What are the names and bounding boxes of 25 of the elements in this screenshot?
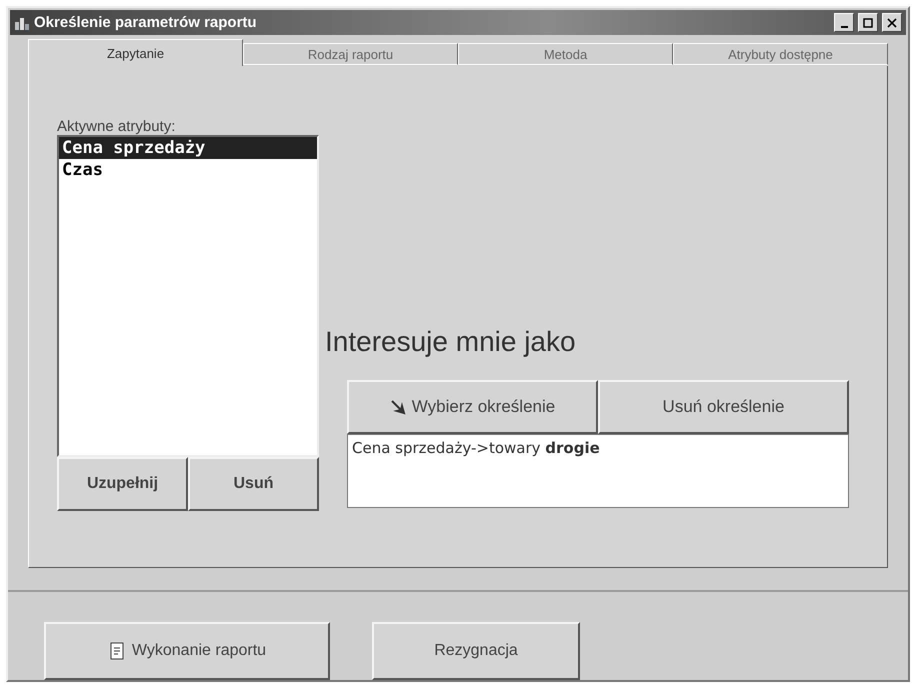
action-button[interactable]: Usuń określenie xyxy=(598,380,849,434)
arrow-icon xyxy=(390,399,406,415)
tab[interactable]: Zapytanie xyxy=(28,39,243,66)
list-item[interactable]: Czas xyxy=(59,159,317,181)
maximize-icon xyxy=(863,18,873,28)
list-item[interactable]: Cena sprzedaży xyxy=(59,137,317,159)
action-button[interactable]: Uzupełnij xyxy=(57,457,188,511)
attribute-list[interactable]: Cena sprzedaży Czas xyxy=(57,135,319,457)
window-title: Określenie parametrów raportu xyxy=(34,14,257,31)
list-label: Aktywne atrybuty: xyxy=(57,118,176,135)
tab[interactable]: Metoda xyxy=(458,43,673,65)
close-button[interactable] xyxy=(882,13,902,32)
action-button[interactable]: Wybierz określenie xyxy=(347,380,598,434)
close-icon xyxy=(887,18,897,28)
tab[interactable]: Rodzaj raportu xyxy=(243,43,458,65)
section-heading: Interesuje mnie jako xyxy=(325,326,577,358)
footer-button[interactable]: Rezygnacja xyxy=(372,622,580,680)
minimize-icon xyxy=(840,26,848,28)
footer-button[interactable]: Wykonanie raportu xyxy=(44,622,330,680)
minimize-button[interactable] xyxy=(834,13,854,32)
maximize-button[interactable] xyxy=(858,13,878,32)
action-button[interactable]: Usuń xyxy=(188,457,319,511)
text-field[interactable]: Cena sprzedaży->towary drogie xyxy=(347,434,849,508)
document-icon xyxy=(108,641,126,661)
tab[interactable]: Atrybuty dostępne xyxy=(673,43,888,65)
